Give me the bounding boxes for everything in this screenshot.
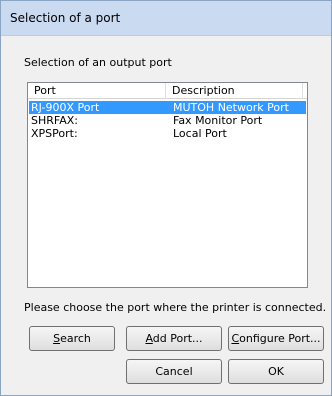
port-list-header: Port Description [28, 83, 307, 99]
port-selection-dialog: Selection of a port Selection of an outp… [0, 0, 332, 396]
output-port-section-label: Selection of an output port [24, 56, 172, 69]
configure-port-mnemonic: C [231, 332, 240, 345]
column-header-description[interactable]: Description [166, 83, 303, 99]
port-row-xpsport[interactable]: XPSPort: Local Port [29, 127, 306, 140]
column-header-port[interactable]: Port [28, 83, 166, 99]
ok-button[interactable]: OK [228, 359, 324, 384]
add-port-label: dd Port... [152, 332, 203, 345]
port-list[interactable]: Port Description RJ-900X Port MUTOH Netw… [27, 82, 308, 288]
title-bar[interactable]: Selection of a port [1, 1, 331, 36]
add-port-button[interactable]: Add Port... [126, 326, 222, 351]
port-description: Local Port [173, 127, 227, 140]
port-description: MUTOH Network Port [173, 101, 289, 114]
port-name: SHRFAX: [31, 114, 78, 127]
search-button[interactable]: Search [29, 326, 115, 351]
window-title: Selection of a port [10, 11, 121, 25]
port-name: RJ-900X Port [31, 101, 100, 114]
port-description: Fax Monitor Port [173, 114, 263, 127]
configure-port-label: onfigure Port... [239, 332, 321, 345]
search-label: earch [60, 332, 91, 345]
port-row-shrfax[interactable]: SHRFAX: Fax Monitor Port [29, 114, 306, 127]
configure-port-button[interactable]: Configure Port... [228, 326, 324, 351]
port-row-rj900x[interactable]: RJ-900X Port MUTOH Network Port [29, 101, 306, 114]
add-port-mnemonic: A [145, 332, 153, 345]
connection-hint: Please choose the port where the printer… [24, 301, 327, 314]
port-name: XPSPort: [31, 127, 78, 140]
cancel-button[interactable]: Cancel [126, 359, 222, 384]
